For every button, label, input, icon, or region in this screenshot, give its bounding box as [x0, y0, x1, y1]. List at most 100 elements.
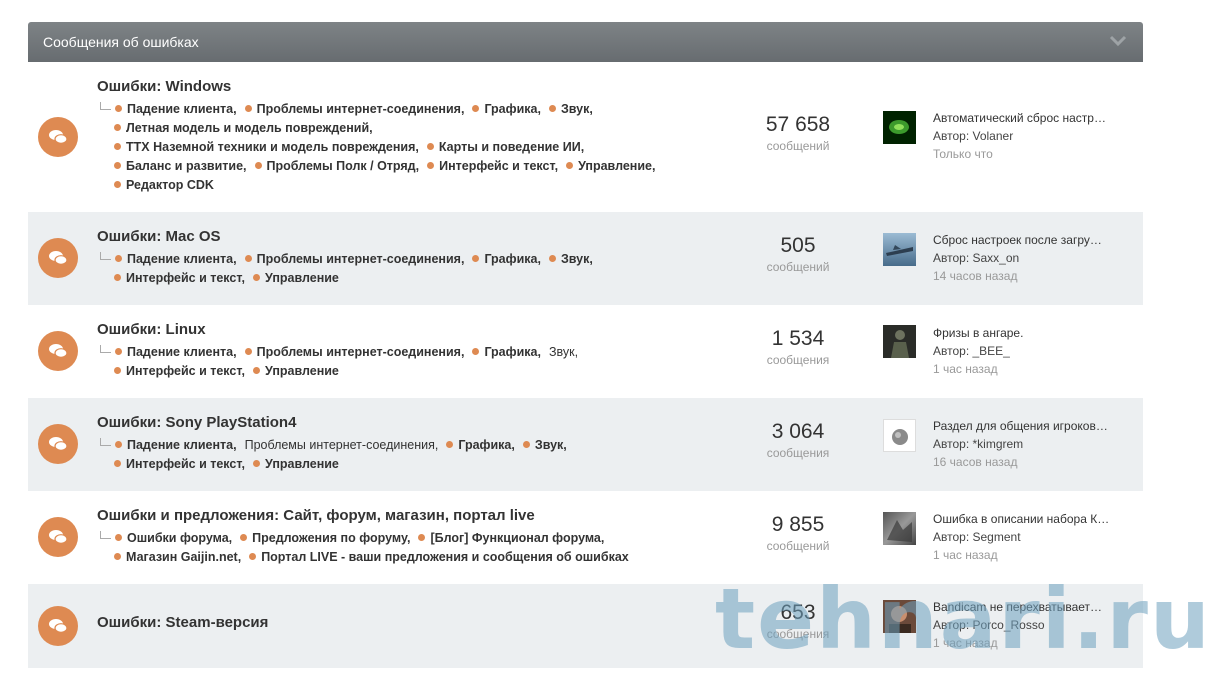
last-post-author[interactable]: Автор: _BEE_ [933, 342, 1133, 360]
subforum-link[interactable]: Летная модель и модель повреждений, [114, 119, 373, 138]
subforum-line: Падение клиента, Проблемы интернет-соедин… [100, 100, 663, 119]
last-post-author[interactable]: Автор: *kimgrem [933, 435, 1133, 453]
forum-title[interactable]: Ошибки: Mac OS [97, 228, 221, 245]
subforum-link[interactable]: Проблемы Полк / Отряд, [255, 157, 420, 176]
post-count: 1 534 [771, 327, 825, 350]
forum-title[interactable]: Ошибки: Linux [97, 321, 206, 338]
tree-branch-icon [100, 438, 111, 446]
subforum-link[interactable]: Интерфейс и текст, [114, 362, 245, 381]
subforum-link[interactable]: Звук, [549, 100, 593, 119]
subforum-link[interactable]: Карты и поведение ИИ, [427, 138, 584, 157]
category-header[interactable]: Сообщения об ошибках [28, 22, 1143, 62]
subforum-link[interactable]: Предложения по форуму, [240, 529, 410, 548]
post-count-label: сообщения [766, 353, 830, 367]
subforum-link[interactable]: Графика, [472, 100, 541, 119]
last-post-time: Только что [933, 147, 993, 161]
subforum-link[interactable]: Падение клиента, [115, 250, 237, 269]
post-count: 505 [780, 234, 816, 257]
last-post-time: 16 часов назад [933, 455, 1018, 469]
chevron-down-icon[interactable] [1109, 34, 1127, 53]
last-post-time: 14 часов назад [933, 269, 1018, 283]
subforum-link[interactable]: Редактор CDK [114, 176, 214, 195]
subforum-link[interactable]: Управление, [566, 157, 655, 176]
subforum-line: Летная модель и модель повреждений, [100, 119, 663, 138]
last-post-title[interactable]: Раздел для общения игроков… [933, 417, 1133, 435]
forum-title[interactable]: Ошибки: Windows [97, 78, 231, 95]
subforum-link[interactable]: Графика, [472, 343, 541, 362]
last-post-title[interactable]: Сброс настроек после загру… [933, 231, 1133, 249]
tree-branch-icon [100, 531, 111, 539]
forum-chat-icon[interactable] [38, 517, 78, 557]
subforum-link[interactable]: Проблемы интернет-соединения, [245, 343, 465, 362]
forum-chat-icon[interactable] [38, 238, 78, 278]
forum-stats: 3 064 сообщения [723, 420, 873, 460]
subforum-line: Падение клиента, Проблемы интернет-соедин… [100, 343, 586, 362]
subforum-link[interactable]: Интерфейс и текст, [114, 269, 245, 288]
subforum-link[interactable]: Проблемы интернет-соединения, [245, 436, 439, 455]
last-post-author[interactable]: Автор: Saxx_on [933, 249, 1133, 267]
subforum-link[interactable]: Звук, [549, 343, 578, 362]
avatar[interactable] [883, 419, 916, 452]
subforum-link[interactable]: Магазин Gaijin.net, [114, 548, 241, 567]
forum-row: Ошибки: Sony PlayStation4 Падение клиент… [28, 398, 1143, 491]
subforum-link[interactable]: Ошибки форума, [115, 529, 232, 548]
forum-stats: 57 658 сообщений [723, 113, 873, 153]
forum-chat-icon[interactable] [38, 606, 78, 646]
forum-chat-icon[interactable] [38, 117, 78, 157]
last-post-title[interactable]: Bandicam не перехватывает… [933, 598, 1133, 616]
forum-chat-icon[interactable] [38, 424, 78, 464]
forum-title[interactable]: Ошибки и предложения: Сайт, форум, магаз… [97, 507, 535, 524]
post-count-label: сообщения [766, 446, 830, 460]
forum-stats: 9 855 сообщений [723, 513, 873, 553]
subforum-link[interactable]: Управление [253, 269, 339, 288]
avatar[interactable] [883, 600, 916, 633]
last-post-author[interactable]: Автор: Volaner [933, 127, 1133, 145]
last-post-title[interactable]: Автоматический сброс настр… [933, 109, 1133, 127]
subforum-list: Ошибки форума, Предложения по форуму, [Бло… [100, 529, 637, 567]
subforum-line: Магазин Gaijin.net, Портал LIVE - ваши пр… [100, 548, 637, 567]
last-post-author[interactable]: Автор: Porco_Rosso [933, 616, 1133, 634]
forum-row: Ошибки: Mac OS Падение клиента, Проблемы … [28, 212, 1143, 305]
subforum-line: Интерфейс и текст, Управление [100, 269, 601, 288]
forum-row: Ошибки: Windows Падение клиента, Проблемы… [28, 62, 1143, 212]
post-count-label: сообщений [766, 539, 830, 553]
last-post-title[interactable]: Фризы в ангаре. [933, 324, 1133, 342]
last-post-time: 1 час назад [933, 362, 998, 376]
subforum-link[interactable]: Проблемы интернет-соединения, [245, 100, 465, 119]
subforum-link[interactable]: Интерфейс и текст, [114, 455, 245, 474]
subforum-link[interactable]: [Блог] Функционал форума, [418, 529, 604, 548]
tree-branch-icon [100, 345, 111, 353]
avatar[interactable] [883, 512, 916, 545]
subforum-link[interactable]: Падение клиента, [115, 100, 237, 119]
subforum-link[interactable]: Баланс и развитие, [114, 157, 247, 176]
avatar[interactable] [883, 111, 916, 144]
subforum-link[interactable]: Графика, [446, 436, 515, 455]
forum-stats: 1 534 сообщения [723, 327, 873, 367]
subforum-list: Падение клиента, Проблемы интернет-соедин… [100, 100, 663, 195]
forum-title[interactable]: Ошибки: Sony PlayStation4 [97, 414, 296, 431]
subforum-link[interactable]: Управление [253, 455, 339, 474]
subforum-line: Интерфейс и текст, Управление [100, 455, 575, 474]
last-post-time: 1 час назад [933, 548, 998, 562]
subforum-link[interactable]: Графика, [472, 250, 541, 269]
subforum-link[interactable]: Звук, [523, 436, 567, 455]
subforum-link[interactable]: Управление [253, 362, 339, 381]
subforum-link[interactable]: Падение клиента, [115, 436, 237, 455]
subforum-link[interactable]: Звук, [549, 250, 593, 269]
subforum-link[interactable]: Падение клиента, [115, 343, 237, 362]
subforum-link[interactable]: Проблемы интернет-соединения, [245, 250, 465, 269]
last-post-author[interactable]: Автор: Segment [933, 528, 1133, 546]
subforum-link[interactable]: Портал LIVE - ваши предложения и сообщен… [249, 548, 629, 567]
subforum-link[interactable]: ТТХ Наземной техники и модель повреждени… [114, 138, 419, 157]
subforum-link[interactable]: Интерфейс и текст, [427, 157, 558, 176]
avatar[interactable] [883, 325, 916, 358]
last-post-title[interactable]: Ошибка в описании набора К… [933, 510, 1133, 528]
avatar[interactable] [883, 233, 916, 266]
category-title: Сообщения об ошибках [43, 34, 199, 50]
subforum-line: ТТХ Наземной техники и модель повреждени… [100, 138, 663, 157]
forum-chat-icon[interactable] [38, 331, 78, 371]
forum-title[interactable]: Ошибки: Steam-версия [97, 614, 268, 631]
subforum-line: Падение клиента, Проблемы интернет-соедин… [100, 250, 601, 269]
subforum-line: Ошибки форума, Предложения по форуму, [Бло… [100, 529, 637, 548]
post-count-label: сообщений [766, 139, 830, 153]
